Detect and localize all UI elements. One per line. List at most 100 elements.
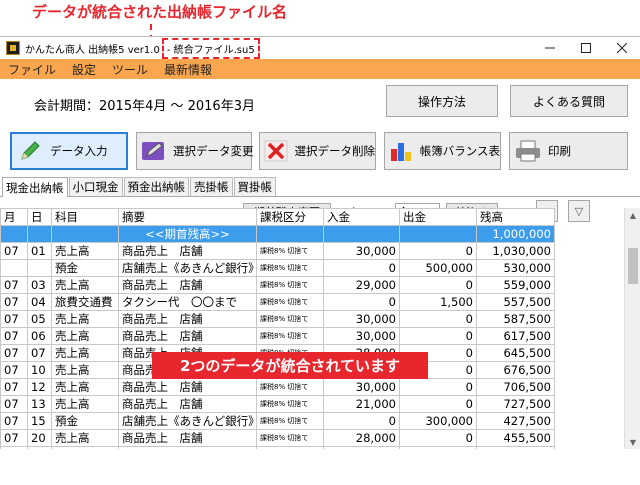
faq-button[interactable]: よくある質問: [510, 85, 628, 117]
table-cell: 課税8% 切捨て: [256, 429, 324, 447]
accounting-period: 会計期間：2015年4月 〜 2016年3月: [34, 99, 255, 114]
table-cell: 07: [0, 276, 28, 294]
table-cell: 店舗売上《あきんど銀行》: [118, 412, 257, 430]
table-cell: 30,000: [323, 327, 400, 345]
table-cell: 21,000: [323, 395, 400, 413]
scroll-up-icon[interactable]: ▲: [625, 208, 640, 222]
minimize-icon[interactable]: [532, 37, 568, 59]
table-cell: 478,500: [476, 446, 555, 449]
table-cell: 03: [27, 276, 52, 294]
table-cell: 13: [27, 395, 52, 413]
column-header[interactable]: 残高: [476, 208, 555, 226]
table-cell: 0: [399, 429, 477, 447]
table-row[interactable]: 07 04 旅費交通費 タクシー代 〇〇まで 課税8% 切捨て 0 1,500 557,500: [0, 293, 555, 311]
table-cell: [27, 225, 52, 243]
table-cell: 預金: [51, 412, 119, 430]
delete-selected-label: 選択データ削除: [294, 144, 376, 158]
ledger-grid: 月 日 科目 摘要 課税区分 入金 出金 残高 <<期首残高>> 1,000,0…: [0, 208, 640, 449]
table-cell: 04: [27, 293, 52, 311]
data-entry-button[interactable]: データ入力: [10, 132, 128, 170]
table-cell: 12: [27, 378, 52, 396]
table-cell: 07: [0, 378, 28, 396]
table-row[interactable]: 0722売上高商品売上 店舗課税8% 切捨て23,0000478,500: [0, 446, 555, 449]
table-cell: 課税8% 切捨て: [256, 412, 324, 430]
column-header[interactable]: 出金: [399, 208, 477, 226]
table-cell: 23,000: [323, 446, 400, 449]
table-cell: [51, 225, 119, 243]
pencil-icon: [16, 137, 44, 165]
maximize-icon[interactable]: [568, 37, 604, 59]
table-cell: 29,000: [323, 276, 400, 294]
table-cell: 300,000: [399, 412, 477, 430]
table-cell: 0: [399, 446, 477, 449]
table-cell: 0: [399, 378, 477, 396]
table-cell: 30,000: [323, 378, 400, 396]
tab-payables[interactable]: 買掛帳: [233, 177, 276, 196]
menu-settings[interactable]: 設定: [72, 61, 96, 78]
ledger-tabs: 現金出納帳 小口現金 預金出納帳 売掛帳 買掛帳: [0, 177, 640, 197]
table-cell: 706,500: [476, 378, 555, 396]
table-cell: 売上高: [51, 344, 119, 362]
tab-petty-cash[interactable]: 小口現金: [68, 177, 123, 196]
menu-file[interactable]: ファイル: [8, 61, 56, 78]
annotation-banner: 2つのデータが統合されています: [152, 352, 428, 379]
column-header[interactable]: 科目: [51, 208, 119, 226]
table-cell: 30,000: [323, 242, 400, 260]
table-cell: 0: [399, 242, 477, 260]
scroll-down-icon[interactable]: ▼: [625, 435, 640, 449]
table-cell: 07: [0, 242, 28, 260]
table-cell: 645,500: [476, 344, 555, 362]
table-cell: 727,500: [476, 395, 555, 413]
print-button[interactable]: 印刷: [509, 132, 628, 170]
table-cell: [0, 225, 28, 243]
table-cell: 課税8% 切捨て: [256, 327, 324, 345]
table-cell: 07: [0, 412, 28, 430]
menu-latest-info[interactable]: 最新情報: [164, 61, 212, 78]
table-cell: 07: [27, 344, 52, 362]
column-header[interactable]: 課税区分: [256, 208, 324, 226]
balance-table-button[interactable]: 帳簿バランス表: [384, 132, 501, 170]
column-header[interactable]: 月: [0, 208, 28, 226]
scroll-thumb[interactable]: [628, 248, 638, 284]
table-cell: [0, 259, 28, 277]
table-cell: 0: [323, 293, 400, 311]
table-row[interactable]: 07 01 売上高 商品売上 店舗 課税8% 切捨て 30,000 0 1,030,000: [0, 242, 555, 260]
annotation-caption: データが統合された出納帳ファイル名: [32, 3, 288, 21]
table-cell: 530,000: [476, 259, 555, 277]
tab-receivables[interactable]: 売掛帳: [190, 177, 233, 196]
table-cell: 課税8% 切捨て: [256, 276, 324, 294]
table-row[interactable]: 07 12 売上高 商品売上 店舗 課税8% 切捨て 30,000 0 706,500: [0, 378, 555, 396]
table-cell: 0: [399, 276, 477, 294]
vertical-scrollbar[interactable]: ▲ ▼: [624, 208, 640, 449]
menu-tools[interactable]: ツール: [112, 61, 148, 78]
tab-cash-book[interactable]: 現金出納帳: [2, 177, 68, 197]
table-row[interactable]: 07 13 売上高 商品売上 店舗 課税8% 切捨て 21,000 0 727,500: [0, 395, 555, 413]
opening-balance-row[interactable]: <<期首残高>> 1,000,000: [0, 225, 555, 243]
table-row[interactable]: 07 20 売上高 商品売上 店舗 課税8% 切捨て 28,000 0 455,500: [0, 429, 555, 447]
toolbar: データ入力 選択データ変更 選択データ削除 帳簿バランス表 印刷: [0, 127, 640, 177]
howto-button[interactable]: 操作方法: [386, 85, 498, 117]
table-cell: [399, 225, 477, 243]
table-row[interactable]: 07 05 売上高 商品売上 店舗 課税8% 切捨て 30,000 0 587,500: [0, 310, 555, 328]
data-entry-label: データ入力: [50, 144, 108, 158]
table-row[interactable]: 07 15 預金 店舗売上《あきんど銀行》 課税8% 切捨て 0 300,000 427,50…: [0, 412, 555, 430]
table-row[interactable]: 07 06 売上高 商品売上 店舗 課税8% 切捨て 30,000 0 617,500: [0, 327, 555, 345]
tab-deposit-book[interactable]: 預金出納帳: [123, 177, 189, 196]
table-cell: タクシー代 〇〇まで: [118, 293, 257, 311]
edit-selected-button[interactable]: 選択データ変更: [136, 132, 254, 170]
table-row[interactable]: 預金 店舗売上《あきんど銀行》 課税8% 切捨て 0 500,000 530,000: [0, 259, 555, 277]
table-row[interactable]: 07 03 売上高 商品売上 店舗 課税8% 切捨て 29,000 0 559,000: [0, 276, 555, 294]
column-header[interactable]: 摘要: [118, 208, 257, 226]
close-icon[interactable]: [604, 37, 640, 59]
table-cell: 商品売上 店舗: [118, 276, 257, 294]
column-header[interactable]: 日: [27, 208, 52, 226]
table-cell: 01: [27, 242, 52, 260]
table-cell: 587,500: [476, 310, 555, 328]
delete-selected-button[interactable]: 選択データ削除: [259, 132, 376, 170]
table-cell: 課税8% 切捨て: [256, 242, 324, 260]
table-cell: 07: [0, 446, 28, 449]
table-cell: [27, 259, 52, 277]
table-cell: 07: [0, 429, 28, 447]
column-header[interactable]: 入金: [323, 208, 400, 226]
period-area: 会計期間：2015年4月 〜 2016年3月 操作方法 よくある質問: [0, 79, 640, 127]
